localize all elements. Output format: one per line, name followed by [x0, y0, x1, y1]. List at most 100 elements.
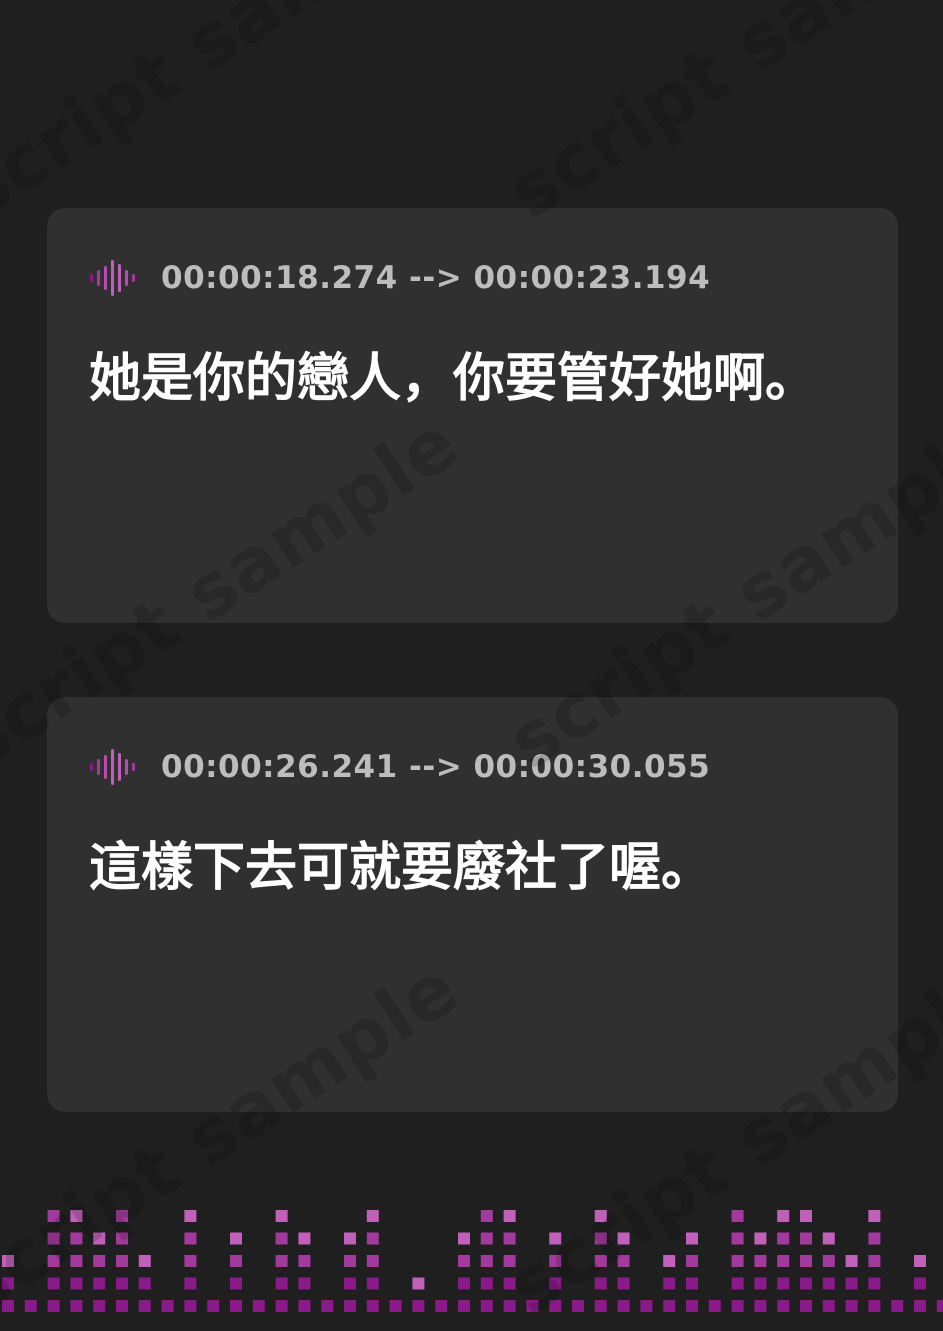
equalizer-block	[754, 1255, 767, 1267]
equalizer-block	[800, 1232, 812, 1245]
cue-header: 00:00:18.274 --> 00:00:23.194	[89, 258, 710, 298]
equalizer-block	[800, 1300, 812, 1312]
equalizer-block	[344, 1300, 356, 1312]
equalizer-block	[230, 1255, 242, 1267]
equalizer-block	[344, 1255, 356, 1267]
equalizer-block	[822, 1232, 835, 1245]
equalizer-block	[640, 1300, 653, 1312]
equalizer-block	[389, 1300, 402, 1312]
equalizer-block	[731, 1210, 744, 1222]
equalizer-block	[526, 1300, 539, 1312]
equalizer-block	[366, 1232, 379, 1245]
equalizer-block	[298, 1300, 311, 1312]
equalizer-block	[914, 1300, 926, 1312]
equalizer-block	[116, 1232, 128, 1245]
equalizer-block	[868, 1232, 881, 1245]
equalizer-block	[594, 1277, 607, 1290]
equalizer-visualizer	[2, 1210, 943, 1312]
equalizer-block	[822, 1300, 835, 1312]
equalizer-block	[184, 1300, 197, 1312]
equalizer-block	[503, 1232, 516, 1245]
equalizer-block	[116, 1255, 128, 1267]
equalizer-block	[663, 1300, 676, 1312]
equalizer-block	[503, 1255, 516, 1267]
equalizer-block	[594, 1210, 607, 1222]
equalizer-block	[686, 1277, 698, 1290]
watermark-text: script sample	[0, 0, 473, 237]
equalizer-block	[298, 1255, 311, 1267]
equalizer-block	[800, 1255, 812, 1267]
equalizer-block	[275, 1232, 288, 1245]
equalizer-block	[138, 1277, 151, 1290]
equalizer-block	[47, 1300, 60, 1312]
equalizer-block	[2, 1300, 14, 1312]
equalizer-block	[93, 1277, 106, 1290]
equalizer-block	[458, 1300, 470, 1312]
equalizer-block	[435, 1300, 448, 1312]
equalizer-block	[184, 1210, 197, 1222]
equalizer-block	[207, 1300, 220, 1312]
equalizer-block	[24, 1300, 37, 1312]
equalizer-block	[503, 1300, 516, 1312]
equalizer-block	[686, 1300, 698, 1312]
watermark-layer: script sample script sample script sampl…	[0, 0, 943, 1331]
equalizer-block	[936, 1300, 943, 1312]
equalizer-block	[686, 1255, 698, 1267]
equalizer-block	[731, 1255, 744, 1267]
equalizer-block	[891, 1300, 904, 1312]
audio-wave-icon	[90, 749, 135, 785]
equalizer-block	[275, 1277, 288, 1290]
equalizer-block	[777, 1210, 790, 1222]
equalizer-block	[70, 1232, 83, 1245]
equalizer-block	[914, 1255, 926, 1267]
equalizer-block	[70, 1210, 83, 1222]
equalizer-block	[845, 1255, 858, 1267]
equalizer-block	[549, 1277, 562, 1290]
equalizer-block	[503, 1277, 516, 1290]
equalizer-block	[731, 1277, 744, 1290]
equalizer-block	[754, 1232, 767, 1245]
equalizer-block	[663, 1255, 676, 1267]
equalizer-block	[480, 1277, 493, 1290]
equalizer-block	[777, 1277, 790, 1290]
equalizer-block	[594, 1232, 607, 1245]
equalizer-block	[549, 1300, 562, 1312]
audio-wave-icon	[90, 260, 135, 296]
equalizer-block	[184, 1232, 197, 1245]
equalizer-block	[777, 1300, 790, 1312]
equalizer-block	[230, 1232, 242, 1245]
equalizer-block	[458, 1255, 470, 1267]
equalizer-block	[777, 1255, 790, 1267]
equalizer-block	[93, 1232, 106, 1245]
equalizer-block	[731, 1300, 744, 1312]
cue-subtitle-text: 她是你的戀人，你要管好她啊。	[89, 349, 818, 409]
equalizer-block	[594, 1300, 607, 1312]
equalizer-block	[47, 1210, 60, 1222]
equalizer-block	[93, 1255, 106, 1267]
equalizer-block	[138, 1300, 151, 1312]
equalizer-block	[412, 1277, 425, 1290]
equalizer-block	[298, 1232, 311, 1245]
cue-timestamp: 00:00:18.274 --> 00:00:23.194	[161, 260, 711, 296]
equalizer-block	[617, 1232, 630, 1245]
cue-timestamp: 00:00:26.241 --> 00:00:30.055	[161, 749, 711, 785]
equalizer-block	[230, 1277, 242, 1290]
equalizer-block	[366, 1210, 379, 1222]
equalizer-block	[480, 1210, 493, 1222]
equalizer-block	[754, 1300, 767, 1312]
equalizer-block	[116, 1300, 128, 1312]
equalizer-block	[275, 1300, 288, 1312]
equalizer-block	[366, 1300, 379, 1312]
equalizer-block	[480, 1255, 493, 1267]
equalizer-block	[321, 1300, 334, 1312]
equalizer-block	[298, 1277, 311, 1290]
equalizer-block	[572, 1300, 584, 1312]
equalizer-block	[47, 1277, 60, 1290]
cue-header: 00:00:26.241 --> 00:00:30.055	[89, 747, 710, 787]
equalizer-block	[138, 1255, 151, 1267]
equalizer-block	[686, 1232, 698, 1245]
equalizer-block	[868, 1210, 881, 1222]
subtitle-cue-card: 00:00:26.241 --> 00:00:30.055 這樣下去可就要廢社了…	[47, 697, 898, 1112]
equalizer-block	[412, 1300, 425, 1312]
watermark-text: script sample	[493, 0, 943, 237]
